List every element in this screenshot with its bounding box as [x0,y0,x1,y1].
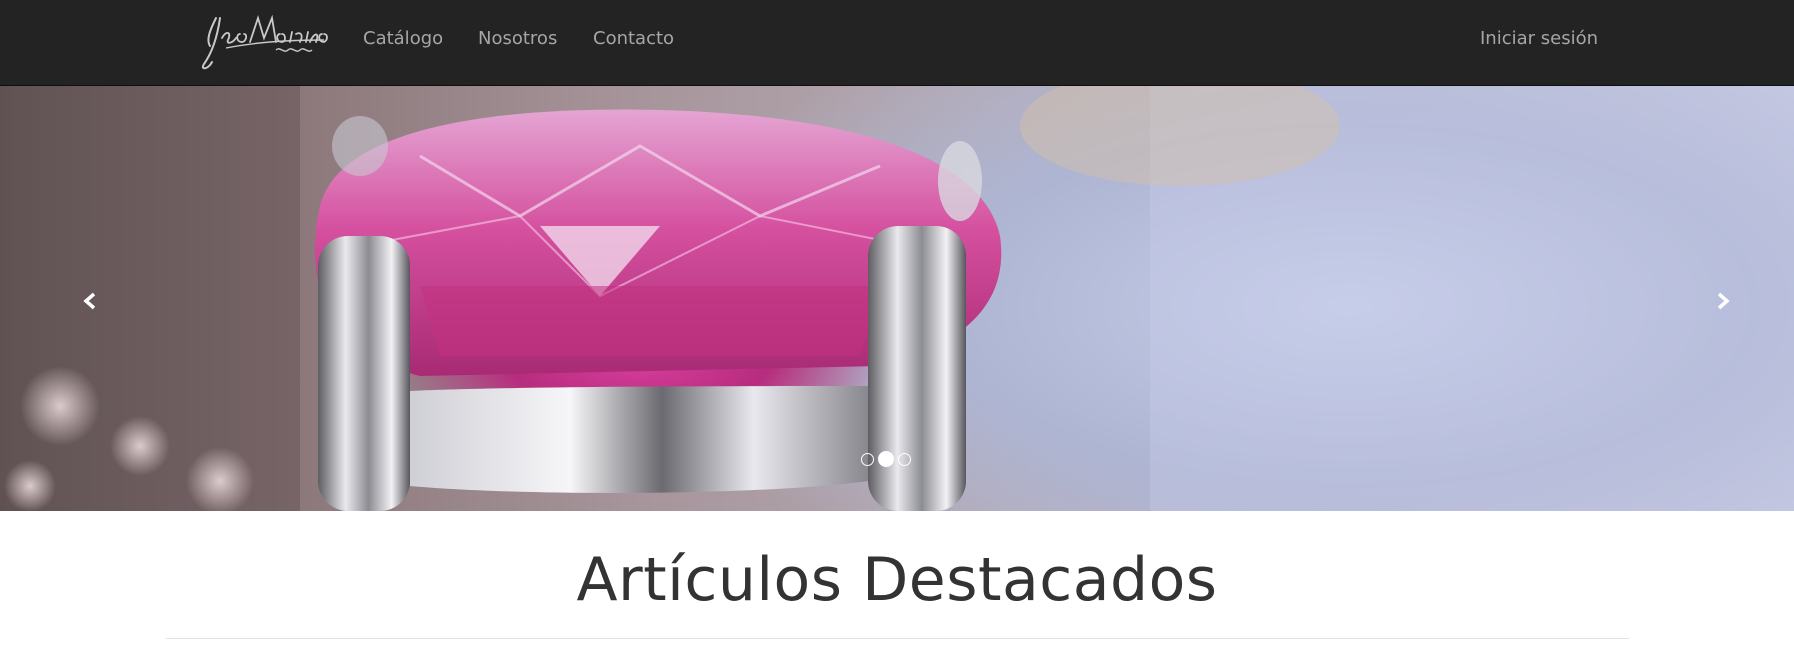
carousel-indicator-2[interactable] [878,451,894,467]
carousel-indicator-3[interactable] [898,452,911,466]
navbar: Catálogo Nosotros Contacto Iniciar sesió… [0,0,1794,86]
hero-carousel [0,86,1794,511]
chevron-left-icon [83,292,96,310]
brand-logo[interactable] [196,10,332,72]
nav-link-nosotros[interactable]: Nosotros [478,27,557,51]
carousel-next-button[interactable] [1703,286,1743,316]
nav-link-catalogo[interactable]: Catálogo [363,27,443,51]
carousel-indicators [861,451,911,467]
featured-title: Artículos Destacados [576,545,1218,615]
nav-link-contacto[interactable]: Contacto [593,27,674,51]
carousel-prev-button[interactable] [70,286,110,316]
signature-logo-icon [202,14,328,70]
login-link[interactable]: Iniciar sesión [1480,27,1598,51]
section-divider [166,638,1629,639]
chevron-right-icon [1717,292,1730,310]
slide-image [0,86,1794,511]
carousel-indicator-1[interactable] [861,452,874,466]
